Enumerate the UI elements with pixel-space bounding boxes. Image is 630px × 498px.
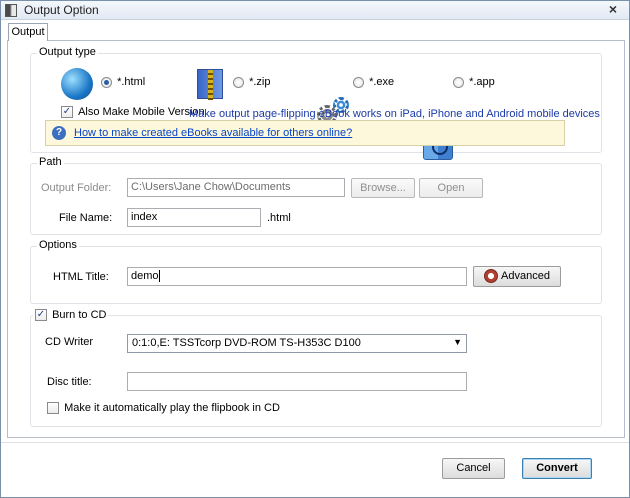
open-button[interactable]: Open [419,178,483,198]
text-cursor [158,270,160,283]
file-extension: .html [267,212,291,224]
chevron-down-icon: ▼ [453,337,462,347]
mobile-description: Make output page-flipping eBook works on… [189,108,600,120]
burn-cd-label: Burn to CD [52,309,107,322]
output-type-legend: Output type [37,46,98,58]
advanced-settings-icon [484,269,499,284]
online-help-link[interactable]: How to make created eBooks available for… [74,127,352,139]
footer-divider [1,442,629,443]
radio-html[interactable]: *.html [101,76,145,88]
options-legend: Options [37,239,79,251]
html-title-value: demo [131,270,159,282]
disc-title-label: Disc title: [47,376,92,388]
radio-zip-label: *.zip [249,76,271,89]
html-title-label: HTML Title: [53,271,109,283]
burn-cd-checkbox[interactable]: ✓ Burn to CD [33,309,109,322]
window-title: Output Option [24,3,99,17]
radio-zip-button[interactable] [233,76,244,88]
info-bar: ? How to make created eBooks available f… [45,120,565,146]
zip-archive-icon [197,69,223,100]
mobile-version-checkbox[interactable]: ✓ Also Make Mobile Version [61,106,205,119]
html-globe-icon [61,68,93,100]
cd-writer-label: CD Writer [45,336,94,348]
output-folder-label: Output Folder: [41,182,112,194]
html-title-input[interactable]: demo [127,267,467,286]
file-name-label: File Name: [59,212,113,224]
close-button[interactable]: × [609,1,617,17]
autoplay-check[interactable] [47,402,59,415]
radio-zip[interactable]: *.zip [233,76,270,88]
burn-cd-check[interactable]: ✓ [35,309,47,322]
convert-button[interactable]: Convert [522,458,592,479]
question-icon: ? [52,126,66,140]
radio-app[interactable]: *.app [453,76,495,88]
autoplay-checkbox[interactable]: Make it automatically play the flipbook … [47,402,280,415]
radio-exe[interactable]: *.exe [353,76,394,88]
radio-app-label: *.app [469,76,495,89]
autoplay-label: Make it automatically play the flipbook … [64,402,280,415]
options-group: Options HTML Title: demo Advanced [30,239,602,304]
radio-html-button[interactable] [101,76,112,88]
output-type-group: Output type *.html *.zip *.exe *.app ✓ A… [30,46,602,160]
advanced-label: Advanced [501,270,550,282]
path-group: Path Output Folder: C:\Users\Jane Chow\D… [30,156,602,235]
burn-cd-group: ✓ Burn to CD CD Writer 0:1:0,E: TSSTcorp… [30,309,602,427]
app-icon [5,4,17,17]
radio-html-label: *.html [117,76,146,89]
browse-button[interactable]: Browse... [351,178,415,198]
path-legend: Path [37,156,64,168]
output-option-dialog: Output Option × Output Output type *.htm… [0,0,630,498]
radio-exe-button[interactable] [353,76,364,88]
cd-writer-select[interactable]: 0:1:0,E: TSSTcorp DVD-ROM TS-H353C D100 … [127,334,467,353]
cd-writer-value: 0:1:0,E: TSSTcorp DVD-ROM TS-H353C D100 [132,337,361,349]
tab-output[interactable]: Output [8,23,48,41]
radio-exe-label: *.exe [369,76,395,89]
radio-app-button[interactable] [453,76,464,88]
file-name-input[interactable]: index [127,208,261,227]
mobile-version-check[interactable]: ✓ [61,106,73,119]
disc-title-input[interactable] [127,372,467,391]
cancel-button[interactable]: Cancel [442,458,505,479]
mobile-version-label: Also Make Mobile Version [78,106,205,119]
title-bar[interactable]: Output Option × [1,1,629,20]
tab-panel-output: Output type *.html *.zip *.exe *.app ✓ A… [7,40,625,438]
advanced-button[interactable]: Advanced [473,266,561,287]
output-folder-input[interactable]: C:\Users\Jane Chow\Documents [127,178,345,197]
